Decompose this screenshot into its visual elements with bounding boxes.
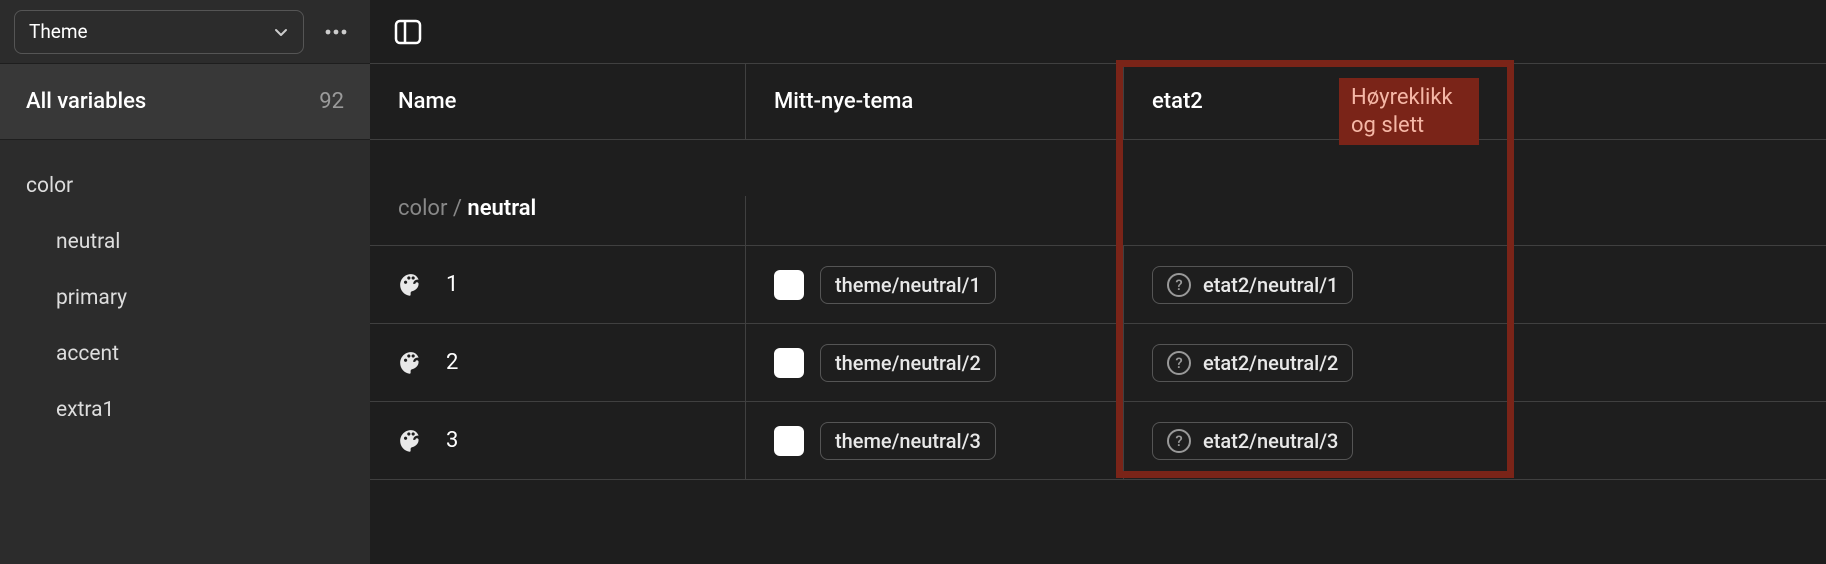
main-panel: Name Mitt-nye-tema etat2 color / neutral… [370, 0, 1826, 564]
palette-icon [398, 350, 424, 376]
main-toolbar [370, 0, 1826, 64]
variable-cell-mode1[interactable]: theme/neutral/1 [746, 246, 1124, 323]
sidebar-tree: color neutral primary accent extra1 [0, 140, 370, 438]
annotation-label: Høyreklikk og slett [1339, 78, 1479, 145]
tree-item-primary[interactable]: primary [0, 270, 370, 326]
variable-name: 1 [446, 272, 458, 297]
column-header-name[interactable]: Name [370, 64, 746, 139]
tree-item-accent[interactable]: accent [0, 326, 370, 382]
variable-alias-text: etat2/neutral/1 [1203, 273, 1338, 297]
column-header-mode1[interactable]: Mitt-nye-tema [746, 64, 1124, 139]
group-path[interactable]: color / neutral [370, 196, 746, 245]
variable-alias-text: etat2/neutral/2 [1203, 351, 1338, 375]
variable-cell-mode1[interactable]: theme/neutral/2 [746, 324, 1124, 401]
variable-alias-pill[interactable]: ? etat2/neutral/2 [1152, 344, 1353, 382]
variable-cell-name[interactable]: 3 [370, 402, 746, 479]
question-circle-icon: ? [1167, 273, 1191, 297]
variable-alias-pill[interactable]: ? etat2/neutral/1 [1152, 266, 1353, 304]
table-header: Name Mitt-nye-tema etat2 [370, 64, 1826, 140]
question-circle-icon: ? [1167, 351, 1191, 375]
variable-value-text: theme/neutral/1 [835, 273, 981, 297]
toggle-sidebar-button[interactable] [392, 16, 424, 48]
panel-left-icon [392, 16, 424, 48]
variable-alias-text: etat2/neutral/3 [1203, 429, 1338, 453]
group-header-row: color / neutral [370, 140, 1826, 246]
tree-item-neutral[interactable]: neutral [0, 214, 370, 270]
variable-value-pill[interactable]: theme/neutral/2 [820, 344, 996, 382]
tree-item-color[interactable]: color [0, 158, 370, 214]
table-row: 1 theme/neutral/1 ? etat2/neutral/1 [370, 246, 1826, 324]
tree-item-extra1[interactable]: extra1 [0, 382, 370, 438]
sidebar: Theme All variables 92 color neutral pri… [0, 0, 370, 564]
all-variables-count: 92 [319, 89, 344, 114]
color-swatch [774, 348, 804, 378]
palette-icon [398, 272, 424, 298]
all-variables-row[interactable]: All variables 92 [0, 64, 370, 140]
variable-value-text: theme/neutral/3 [835, 429, 981, 453]
chevron-down-icon [273, 24, 289, 40]
collection-selector-label: Theme [29, 20, 88, 43]
color-swatch [774, 426, 804, 456]
group-path-strong: neutral [467, 196, 536, 221]
question-circle-icon: ? [1167, 429, 1191, 453]
variable-value-pill[interactable]: theme/neutral/3 [820, 422, 996, 460]
variable-cell-mode2[interactable]: ? etat2/neutral/2 [1124, 324, 1826, 401]
variable-cell-name[interactable]: 1 [370, 246, 746, 323]
variable-value-pill[interactable]: theme/neutral/1 [820, 266, 996, 304]
variable-name: 3 [446, 428, 458, 453]
more-options-button[interactable] [316, 18, 356, 46]
variable-value-text: theme/neutral/2 [835, 351, 981, 375]
variable-alias-pill[interactable]: ? etat2/neutral/3 [1152, 422, 1353, 460]
collection-selector[interactable]: Theme [14, 10, 304, 54]
variable-name: 2 [446, 350, 458, 375]
dots-horizontal-icon [322, 18, 350, 46]
sidebar-header: Theme [0, 0, 370, 64]
variable-cell-name[interactable]: 2 [370, 324, 746, 401]
palette-icon [398, 428, 424, 454]
table-row: 2 theme/neutral/2 ? etat2/neutral/2 [370, 324, 1826, 402]
variable-cell-mode1[interactable]: theme/neutral/3 [746, 402, 1124, 479]
color-swatch [774, 270, 804, 300]
table-row: 3 theme/neutral/3 ? etat2/neutral/3 [370, 402, 1826, 480]
all-variables-label: All variables [26, 89, 146, 114]
group-path-dim: color / [398, 196, 467, 221]
variable-cell-mode2[interactable]: ? etat2/neutral/1 [1124, 246, 1826, 323]
variable-cell-mode2[interactable]: ? etat2/neutral/3 [1124, 402, 1826, 479]
